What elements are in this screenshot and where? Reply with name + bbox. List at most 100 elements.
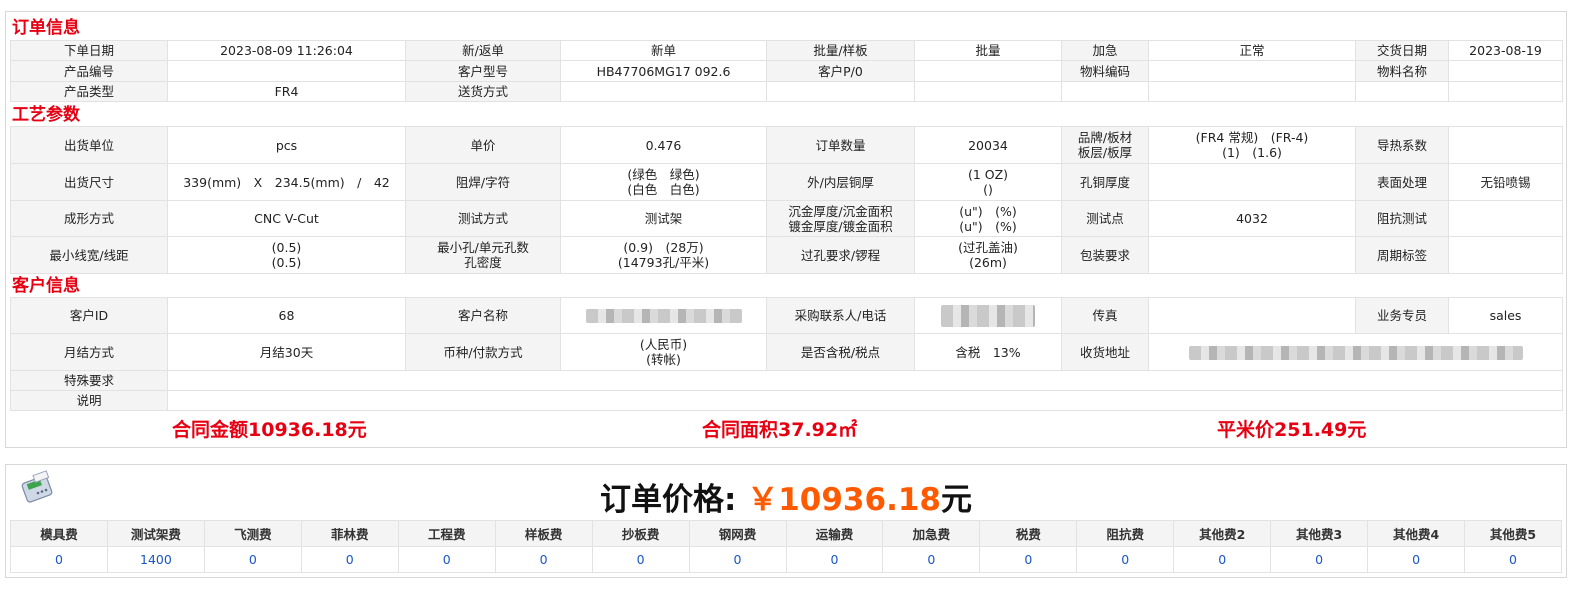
gold-label: 沉金厚度/沉金面积 镀金厚度/镀金面积 bbox=[766, 200, 915, 237]
address-label: 收货地址 bbox=[1061, 333, 1149, 371]
order-detail-panel: 订单信息 下单日期 2023-08-09 11:26:04 新/返单 新单 批量… bbox=[5, 11, 1567, 448]
order-price-panel: 订单价格: ￥10936.18元 模具费 测试架费 飞测费 菲林费 工程费 样板费 抄板费钢… bbox=[5, 464, 1567, 578]
process-row: 出货单位 pcs 单价 0.476 订单数量 20034 品牌/板材 板层/板厚 … bbox=[10, 126, 1563, 164]
fee-header: 测试架费 bbox=[106, 520, 205, 547]
impedance-value bbox=[1448, 200, 1563, 237]
hole-copper-value bbox=[1148, 163, 1356, 201]
urgent-value: 正常 bbox=[1148, 40, 1356, 61]
hole-copper-label: 孔铜厚度 bbox=[1061, 163, 1149, 201]
fax-label: 传真 bbox=[1061, 297, 1149, 334]
test-label: 测试方式 bbox=[405, 200, 561, 237]
order-info-row: 产品类型 FR4 送货方式 bbox=[10, 81, 1563, 102]
note-value bbox=[167, 390, 1563, 411]
fee-header: 样板费 bbox=[494, 520, 593, 547]
min-hole-label: 最小孔/单元孔数 孔密度 bbox=[405, 236, 561, 274]
forming-label: 成形方式 bbox=[10, 200, 168, 237]
material-name-value bbox=[1448, 60, 1563, 82]
sqm-price: 平米价251.49元 bbox=[1217, 419, 1367, 441]
packing-label: 包装要求 bbox=[1061, 236, 1149, 274]
redacted-contact bbox=[941, 304, 1035, 327]
fee-value: 0 bbox=[979, 546, 1078, 573]
fee-value: 0 bbox=[1076, 546, 1175, 573]
customer-row: 说明 bbox=[10, 390, 1563, 411]
delivery-date-label: 交货日期 bbox=[1355, 40, 1449, 61]
order-qty-value: 20034 bbox=[914, 126, 1062, 164]
fee-value: 0 bbox=[882, 546, 981, 573]
brand-label: 品牌/板材 板层/板厚 bbox=[1061, 126, 1149, 164]
fee-header: 其他费3 bbox=[1270, 520, 1369, 547]
fee-header: 其他费2 bbox=[1173, 520, 1272, 547]
via-value: (过孔盖油) (26m) bbox=[914, 236, 1062, 274]
test-value: 测试架 bbox=[560, 200, 767, 237]
unit-price-label: 单价 bbox=[405, 126, 561, 164]
batch-sample-value: 批量 bbox=[914, 40, 1062, 61]
sales-label: 业务专员 bbox=[1355, 297, 1449, 334]
cycle-value bbox=[1448, 236, 1563, 274]
address-value bbox=[1148, 333, 1563, 371]
customer-row: 特殊要求 bbox=[10, 370, 1563, 391]
order-info-row: 产品编号 客户型号 HB47706MG17 092.6 客户P/0 物料编码 物… bbox=[10, 60, 1563, 82]
fee-header: 模具费 bbox=[10, 520, 108, 547]
customer-model-value: HB47706MG17 092.6 bbox=[560, 60, 767, 82]
fee-value: 1400 bbox=[106, 546, 205, 573]
fee-header: 其他费5 bbox=[1464, 520, 1562, 547]
gold-value: (u") (%) (u") (%) bbox=[914, 200, 1062, 237]
ship-unit-value: pcs bbox=[167, 126, 406, 164]
process-row: 出货尺寸 339(mm) X 234.5(mm) / 42 阻焊/字符 (绿色 … bbox=[10, 163, 1563, 201]
order-qty-label: 订单数量 bbox=[766, 126, 915, 164]
fee-value: 0 bbox=[1270, 546, 1369, 573]
order-price-amount: ￥10936.18 bbox=[747, 482, 941, 518]
copper-value: (1 OZ)() bbox=[914, 163, 1062, 201]
customer-po-value bbox=[914, 60, 1062, 82]
thermal-value bbox=[1448, 126, 1563, 164]
fax-value bbox=[1148, 297, 1356, 334]
batch-sample-label: 批量/样板 bbox=[766, 40, 915, 61]
process-row: 最小线宽/线距 (0.5) (0.5) 最小孔/单元孔数 孔密度 (0.9) (28… bbox=[10, 236, 1563, 274]
fee-header: 钢网费 bbox=[688, 520, 787, 547]
fee-header: 运输费 bbox=[785, 520, 884, 547]
customer-name-label: 客户名称 bbox=[405, 297, 561, 334]
redacted-customer-name bbox=[585, 309, 742, 324]
test-points-label: 测试点 bbox=[1061, 200, 1149, 237]
packing-value bbox=[1148, 236, 1356, 274]
redacted-address bbox=[1188, 345, 1523, 360]
fee-value: 0 bbox=[1464, 546, 1562, 573]
fee-header: 税费 bbox=[979, 520, 1078, 547]
special-label: 特殊要求 bbox=[10, 370, 168, 391]
fee-header: 其他费4 bbox=[1367, 520, 1466, 547]
solder-value: (绿色 绿色) (白色 白色) bbox=[560, 163, 767, 201]
product-no-value bbox=[167, 60, 406, 82]
customer-id-value: 68 bbox=[167, 297, 406, 334]
surface-label: 表面处理 bbox=[1355, 163, 1449, 201]
via-label: 过孔要求/锣程 bbox=[766, 236, 915, 274]
customer-id-label: 客户ID bbox=[10, 297, 168, 334]
min-width-label: 最小线宽/线距 bbox=[10, 236, 168, 274]
fee-value: 0 bbox=[10, 546, 108, 573]
process-table: 出货单位 pcs 单价 0.476 订单数量 20034 品牌/板材 板层/板厚 … bbox=[10, 126, 1563, 274]
fee-value: 0 bbox=[591, 546, 690, 573]
new-return-label: 新/返单 bbox=[405, 40, 561, 61]
surface-value: 无铅喷锡 bbox=[1448, 163, 1563, 201]
order-price-title: 订单价格: ￥10936.18元 bbox=[600, 482, 972, 518]
customer-model-label: 客户型号 bbox=[405, 60, 561, 82]
contract-area: 合同面积37.92㎡ bbox=[702, 419, 858, 441]
new-return-value: 新单 bbox=[560, 40, 767, 61]
brand-value: (FR4 常规) (FR-4) (1) (1.6) bbox=[1148, 126, 1356, 164]
fees-value-row: 0 1400 0 0 0 0 0 0 0 0 0 0 0 0 0 0 bbox=[10, 546, 1562, 573]
product-type-label: 产品类型 bbox=[10, 81, 168, 102]
customer-po-label: 客户P/0 bbox=[766, 60, 915, 82]
currency-value: (人民币) (转帐) bbox=[560, 333, 767, 371]
impedance-label: 阻抗测试 bbox=[1355, 200, 1449, 237]
customer-table: 客户ID 68 客户名称 采购联系人/电话 传真 业务专员 sales 月结方式… bbox=[10, 297, 1563, 411]
delivery-date-value: 2023-08-19 bbox=[1448, 40, 1563, 61]
cycle-label: 周期标签 bbox=[1355, 236, 1449, 274]
fee-value: 0 bbox=[203, 546, 302, 573]
settle-value: 月结30天 bbox=[167, 333, 406, 371]
fee-header: 加急费 bbox=[882, 520, 981, 547]
fee-value: 0 bbox=[494, 546, 593, 573]
order-info-row: 下单日期 2023-08-09 11:26:04 新/返单 新单 批量/样板 批… bbox=[10, 40, 1563, 61]
currency-label: 币种/付款方式 bbox=[405, 333, 561, 371]
material-name-label: 物料名称 bbox=[1355, 60, 1449, 82]
order-date-label: 下单日期 bbox=[10, 40, 168, 61]
product-type-value: FR4 bbox=[167, 81, 406, 102]
